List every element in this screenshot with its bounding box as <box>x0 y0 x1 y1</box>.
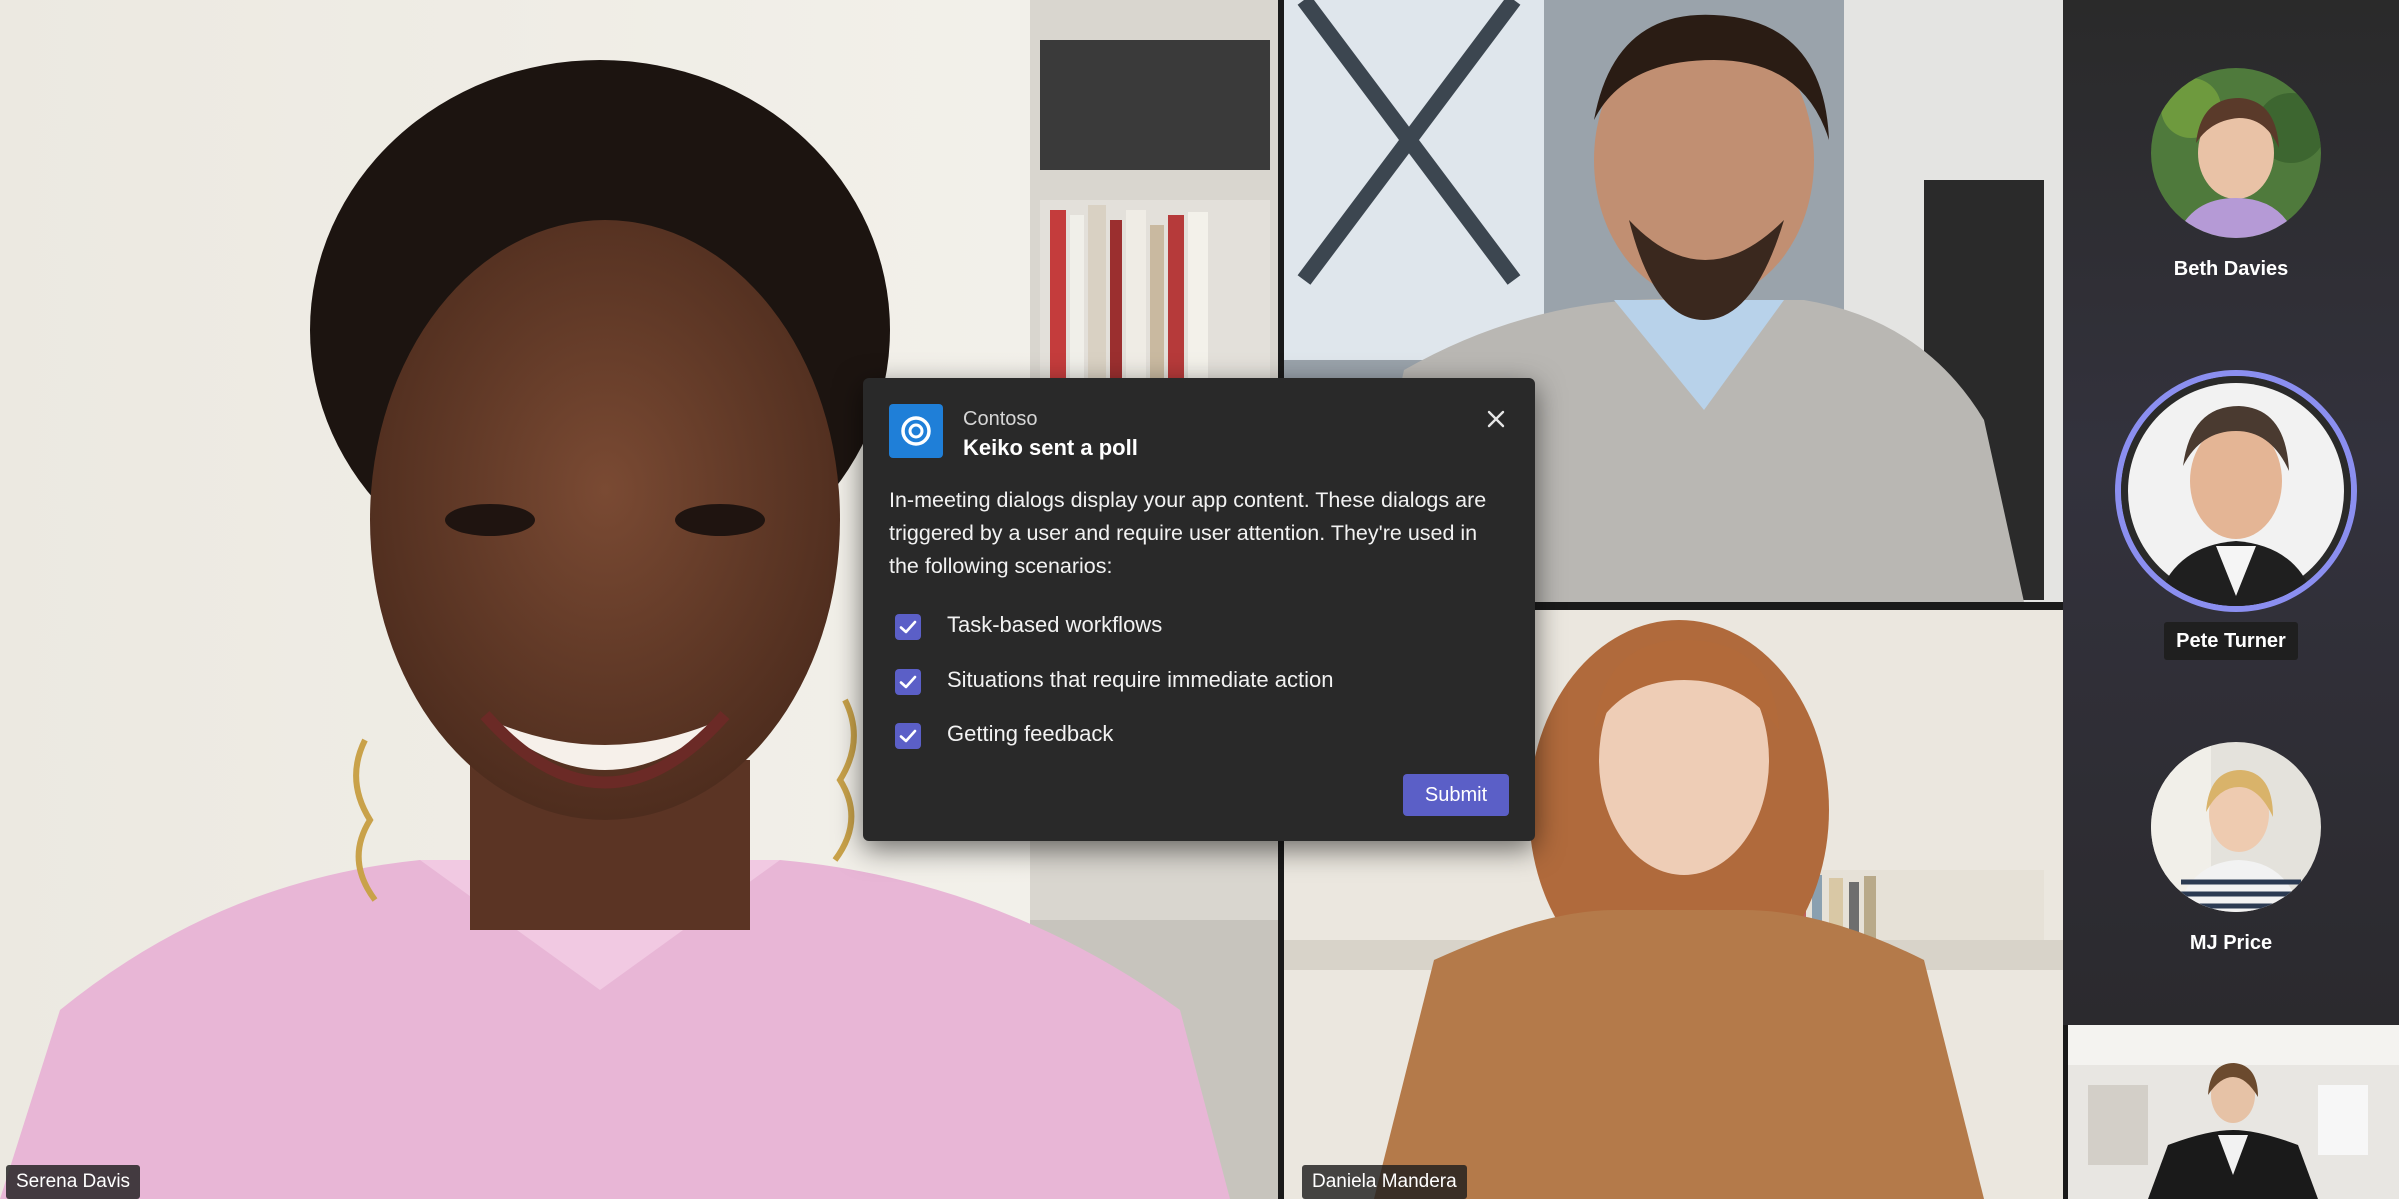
close-icon[interactable] <box>1481 404 1511 434</box>
checkbox-checked-icon[interactable] <box>895 614 921 640</box>
participant-name-tag: Daniela Mandera <box>1302 1165 1467 1199</box>
poll-option-label: Task-based workflows <box>947 612 1163 637</box>
rail-name-pete-label: Pete Turner <box>2164 622 2298 660</box>
contoso-logo-icon <box>889 404 943 458</box>
dialog-app-name: Contoso <box>963 408 1038 430</box>
rail-name-pete: Pete Turner <box>2063 622 2399 660</box>
poll-option-label: Situations that require immediate action <box>947 667 1334 692</box>
rail-name-beth: Beth Davies <box>2173 258 2289 280</box>
poll-option-label: Getting feedback <box>947 721 1114 746</box>
dialog-title: Keiko sent a poll <box>963 435 1138 460</box>
dialog-body-text: In-meeting dialogs display your app cont… <box>889 488 1487 578</box>
participant-rail: Beth Davies Pete Turner MJ Price <box>2063 0 2399 1025</box>
avatar-pete-turner[interactable] <box>2115 370 2357 612</box>
avatar-mj-price[interactable] <box>2151 742 2321 912</box>
submit-button[interactable]: Submit <box>1403 774 1509 816</box>
participant-name-tag: Serena Davis <box>6 1165 141 1199</box>
avatar-beth-davies[interactable] <box>2151 68 2321 238</box>
checkbox-checked-icon[interactable] <box>895 669 921 695</box>
self-view-tile[interactable] <box>2068 1025 2399 1199</box>
rail-name-mj: MJ Price <box>2189 932 2273 954</box>
self-view-video <box>2068 1025 2399 1199</box>
checkbox-checked-icon[interactable] <box>895 723 921 749</box>
in-meeting-dialog: Contoso Keiko sent a poll In-meeting dia… <box>863 378 1535 841</box>
